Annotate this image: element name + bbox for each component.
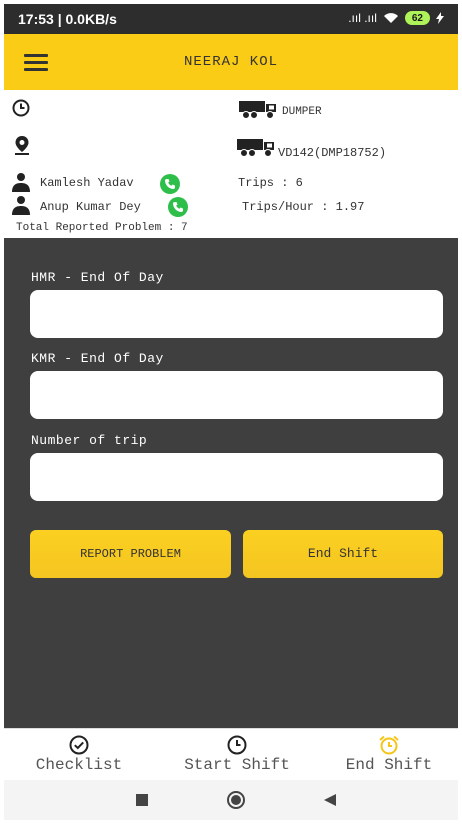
- trips-per-hour: Trips/Hour : 1.97: [242, 200, 365, 214]
- status-icons: .ııl .ııl 62: [348, 11, 444, 25]
- dumper-truck-icon: [239, 101, 276, 119]
- phone-icon: [165, 179, 175, 189]
- app-bar: NEERAJ KOL: [4, 34, 458, 90]
- kmr-label: KMR - End Of Day: [31, 351, 164, 366]
- nav-end-shift[interactable]: End Shift: [324, 729, 454, 781]
- bottom-nav: Checklist Start Shift End Shift: [4, 728, 458, 780]
- signal-icon: .ııl .ııl: [348, 11, 377, 25]
- call-person-1-button[interactable]: [160, 174, 180, 194]
- nav-start-shift[interactable]: Start Shift: [172, 729, 302, 781]
- vehicle-type: DUMPER: [282, 106, 322, 118]
- location-pin-icon: [15, 136, 29, 155]
- status-time: 17:53 | 0.0KB/s: [18, 11, 117, 27]
- phone-icon: [173, 202, 183, 212]
- person-icon: [12, 173, 30, 192]
- system-nav-bar: [4, 780, 458, 820]
- alarm-clock-icon: [379, 735, 399, 755]
- call-person-2-button[interactable]: [168, 197, 188, 217]
- nav-checklist[interactable]: Checklist: [24, 729, 134, 781]
- person-icon: [12, 196, 30, 215]
- total-reported-problem: Total Reported Problem : 7: [16, 222, 188, 234]
- battery-badge: 62: [404, 11, 430, 25]
- home-circle-icon[interactable]: [226, 790, 246, 810]
- person-1-name: Kamlesh Yadav: [40, 176, 134, 190]
- clock-icon: [227, 735, 247, 755]
- nav-start-shift-label: Start Shift: [184, 756, 290, 774]
- nav-end-shift-label: End Shift: [345, 756, 433, 774]
- back-triangle-icon[interactable]: [323, 793, 337, 807]
- check-circle-icon: [69, 735, 89, 755]
- wifi-icon: [383, 13, 398, 23]
- app-screen: 17:53 | 0.0KB/s .ııl .ııl 62 NEERAJ KOL …: [4, 4, 458, 820]
- end-shift-button[interactable]: End Shift: [243, 530, 443, 578]
- recent-apps-square-icon[interactable]: [135, 793, 149, 807]
- trips-count: Trips : 6: [238, 176, 303, 190]
- hmr-input[interactable]: [30, 290, 443, 338]
- dumper-truck-icon: [237, 139, 274, 157]
- number-of-trip-input[interactable]: [30, 453, 443, 501]
- nav-checklist-label: Checklist: [35, 756, 123, 774]
- person-2-name: Anup Kumar Dey: [40, 200, 141, 214]
- clock-icon: [12, 99, 30, 117]
- report-problem-button[interactable]: REPORT PROBLEM: [30, 530, 231, 578]
- page-title: NEERAJ KOL: [183, 54, 278, 70]
- number-of-trip-label: Number of trip: [31, 433, 148, 448]
- hmr-label: HMR - End Of Day: [31, 270, 164, 285]
- vehicle-id: VD142(DMP18752): [278, 146, 387, 160]
- kmr-input[interactable]: [30, 371, 443, 419]
- shift-info-panel: DUMPER VD142(DMP18752) Kamlesh Yadav Tri…: [4, 90, 458, 238]
- status-bar: 17:53 | 0.0KB/s .ııl .ııl 62: [4, 4, 458, 34]
- charging-icon: [436, 12, 444, 24]
